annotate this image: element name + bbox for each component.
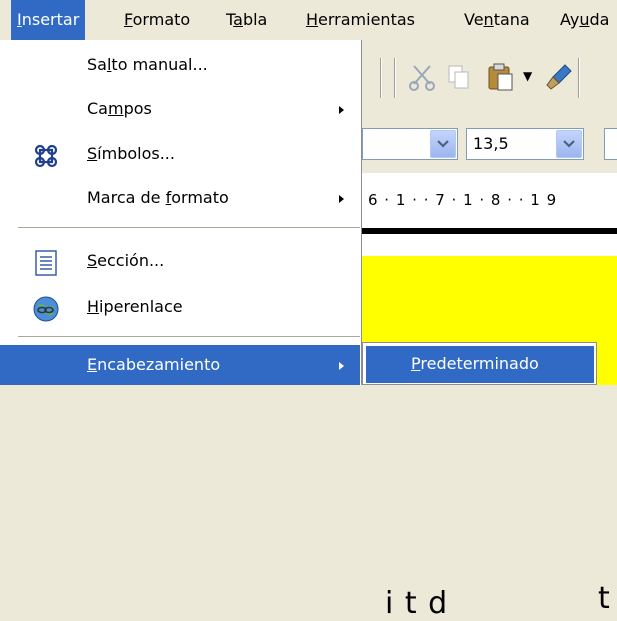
chevron-down-icon[interactable] — [430, 130, 456, 158]
next-combo[interactable] — [604, 128, 617, 160]
menu-item-simbolos[interactable]: Símbolos... — [0, 132, 360, 179]
menu-formato[interactable]: Formato — [118, 0, 196, 40]
horizontal-ruler: 6 · 1 · · 7 · 1 · 8 · · 1 9 — [362, 173, 617, 228]
submenu-arrow-icon — [339, 195, 344, 203]
cut-icon[interactable] — [406, 60, 440, 94]
paste-dropdown-icon[interactable]: ▼ — [523, 69, 532, 83]
menu-label: nsertar — [21, 10, 80, 29]
menu-item-salto-manual[interactable]: Salto manual... — [0, 43, 360, 90]
menu-item-seccion[interactable]: Sección... — [0, 239, 360, 286]
copy-icon[interactable] — [442, 60, 476, 94]
menu-ventana[interactable]: Ventana — [458, 0, 536, 40]
header-submenu: Predeterminado — [362, 342, 597, 385]
menu-item-label: Campos — [87, 99, 152, 118]
menu-item-hiperenlace[interactable]: Hiperenlace — [0, 285, 360, 332]
hyperlink-icon — [30, 293, 62, 325]
font-name-combo[interactable] — [362, 128, 458, 160]
menu-item-campos[interactable]: Campos — [0, 87, 360, 134]
submenu-arrow-icon — [339, 362, 344, 370]
toolbar-separator — [394, 58, 396, 98]
menu-item-label: Marca de formato — [87, 188, 229, 207]
clone-formatting-icon[interactable] — [542, 60, 576, 94]
special-character-icon — [30, 140, 62, 172]
chevron-down-icon[interactable] — [556, 130, 582, 158]
submenu-arrow-icon — [339, 106, 344, 114]
font-size-combo[interactable]: 13,5 — [466, 128, 584, 160]
menu-item-label: Hiperenlace — [87, 297, 183, 316]
section-icon — [30, 247, 62, 279]
paste-icon[interactable] — [484, 60, 518, 94]
font-size-value: 13,5 — [473, 134, 509, 153]
menu-separator — [18, 336, 360, 338]
insert-menu: Salto manual... Campos Símbolos... Marca… — [0, 40, 362, 385]
menu-item-label: Salto manual... — [87, 55, 208, 74]
toolbar-separator — [380, 58, 382, 98]
menu-item-marca-de-formato[interactable]: Marca de formato — [0, 176, 360, 223]
menu-item-label: Encabezamiento — [87, 355, 221, 374]
submenu-item-label: Predeterminado — [411, 354, 539, 373]
menu-tabla[interactable]: Tabla — [220, 0, 273, 40]
submenu-item-predeterminado[interactable]: Predeterminado — [366, 346, 594, 383]
menu-item-label: Símbolos... — [87, 144, 175, 163]
document-text: t — [598, 581, 610, 616]
menu-bar: Insertar Formato Tabla Herramientas Vent… — [0, 0, 617, 40]
menu-insertar[interactable]: Insertar — [11, 0, 86, 40]
menu-separator — [18, 227, 360, 229]
document-text: i t d — [385, 586, 449, 621]
menu-item-label: Sección... — [87, 251, 165, 270]
menu-herramientas[interactable]: Herramientas — [300, 0, 421, 40]
menu-ayuda[interactable]: Ayuda — [554, 0, 615, 40]
ruler-numbers: 6 · 1 · · 7 · 1 · 8 · · 1 9 — [368, 191, 558, 209]
toolbar-separator — [578, 58, 580, 98]
menu-item-encabezamiento[interactable]: Encabezamiento — [0, 345, 360, 385]
